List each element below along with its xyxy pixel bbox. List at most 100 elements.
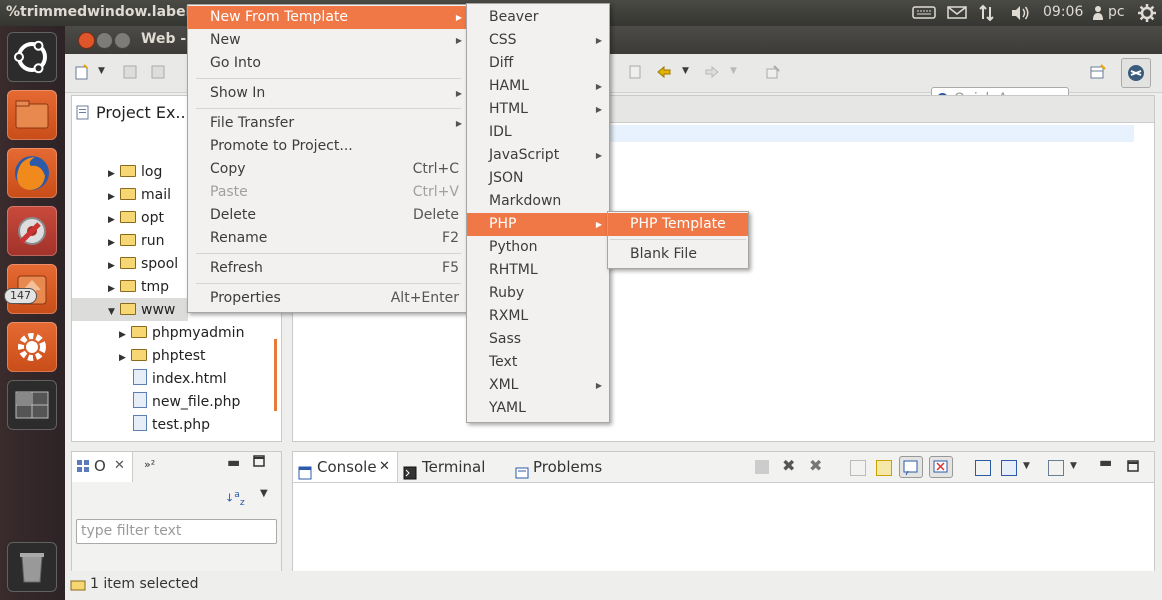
pin-console-icon[interactable]	[975, 460, 991, 476]
console-dropdown-icon[interactable]: ▼	[1023, 461, 1030, 471]
menu-item-delete[interactable]: Delete Delete	[188, 204, 469, 227]
clock[interactable]: 09:06	[1043, 4, 1083, 20]
back-arrow-icon[interactable]	[656, 64, 672, 80]
menu-item-promote-to-project[interactable]: Promote to Project...	[188, 135, 469, 158]
menu-item-file-transfer[interactable]: File Transfer ▶	[188, 112, 469, 135]
menu-item-yaml[interactable]: YAML	[467, 397, 609, 420]
menu-item-python[interactable]: Python	[467, 236, 609, 259]
forward-arrow-icon[interactable]	[704, 64, 720, 80]
show-on-stderr-button[interactable]	[929, 456, 953, 478]
trash-launcher-button[interactable]	[7, 542, 57, 592]
open-console-icon[interactable]	[1048, 460, 1064, 476]
new-dropdown-icon[interactable]: ▼	[98, 66, 114, 82]
menu-item-beaver[interactable]: Beaver	[467, 6, 609, 29]
expand-arrow-icon[interactable]: ▶	[108, 186, 120, 208]
expand-arrow-icon[interactable]: ▶	[108, 278, 120, 300]
menu-item-paste[interactable]: Paste Ctrl+V	[188, 181, 469, 204]
expand-arrow-icon[interactable]: ▶	[108, 209, 120, 231]
outline-tab[interactable]: O ✕	[72, 452, 133, 482]
expand-arrow-icon[interactable]: ▶	[108, 255, 120, 277]
tree-item-phpmyadmin[interactable]: ▶ phpmyadmin	[119, 322, 244, 344]
menu-item-css[interactable]: CSS ▶	[467, 29, 609, 52]
menu-item-php[interactable]: PHP ▶	[467, 213, 609, 236]
expand-arrow-icon[interactable]: ▶	[119, 324, 131, 346]
expand-arrow-icon[interactable]: ▶	[108, 163, 120, 185]
system-tools-launcher-button[interactable]	[7, 206, 57, 256]
volume-icon[interactable]	[1010, 4, 1032, 26]
new-icon[interactable]	[74, 64, 90, 80]
firefox-launcher-button[interactable]	[7, 148, 57, 198]
tree-item-mail[interactable]: ▶ mail	[108, 184, 171, 206]
menu-item-haml[interactable]: HAML ▶	[467, 75, 609, 98]
settings-launcher-button[interactable]	[7, 322, 57, 372]
filter-input[interactable]: type filter text	[76, 519, 277, 544]
project-explorer-title[interactable]: Project Ex...	[96, 103, 191, 122]
tree-item-log[interactable]: ▶ log	[108, 161, 162, 183]
power-gear-icon[interactable]	[1137, 3, 1157, 27]
sort-az-icon[interactable]: ↓az	[225, 489, 245, 508]
menu-item-idl[interactable]: IDL	[467, 121, 609, 144]
menu-item-markdown[interactable]: Markdown	[467, 190, 609, 213]
workspace-switcher-button[interactable]	[7, 380, 57, 430]
menu-item-go-into[interactable]: Go Into	[188, 52, 469, 75]
menu-item-xml[interactable]: XML ▶	[467, 374, 609, 397]
close-tab-icon[interactable]: ✕	[379, 452, 390, 482]
display-selected-console-icon[interactable]	[1001, 460, 1017, 476]
menu-item-show-in[interactable]: Show In ▶	[188, 82, 469, 105]
collapse-arrow-icon[interactable]: ▼	[108, 301, 120, 323]
open-console-dropdown-icon[interactable]: ▼	[1070, 461, 1077, 471]
menu-item-new-from-template[interactable]: New From Template ▶	[188, 6, 469, 29]
back-dropdown-icon[interactable]: ▼	[682, 66, 698, 82]
terminate-icon[interactable]	[755, 460, 769, 474]
expand-arrow-icon[interactable]: ▶	[119, 347, 131, 369]
mail-icon[interactable]	[947, 5, 967, 23]
menu-item-new[interactable]: New ▶	[188, 29, 469, 52]
save-icon[interactable]	[122, 64, 138, 80]
menu-item-json[interactable]: JSON	[467, 167, 609, 190]
page-icon[interactable]	[627, 64, 643, 80]
menu-item-sass[interactable]: Sass	[467, 328, 609, 351]
network-icon[interactable]	[978, 4, 996, 26]
menu-item-php-template[interactable]: PHP Template	[608, 213, 748, 236]
menu-item-diff[interactable]: Diff	[467, 52, 609, 75]
tree-item-phptest[interactable]: ▶ phptest	[119, 345, 206, 367]
menu-item-copy[interactable]: Copy Ctrl+C	[188, 158, 469, 181]
view-menu-icon[interactable]: ▼	[260, 488, 268, 499]
menu-item-javascript[interactable]: JavaScript ▶	[467, 144, 609, 167]
menu-item-rxml[interactable]: RXML	[467, 305, 609, 328]
menu-item-properties[interactable]: Properties Alt+Enter	[188, 287, 469, 310]
menu-item-refresh[interactable]: Refresh F5	[188, 257, 469, 280]
tree-item-tmp[interactable]: ▶ tmp	[108, 276, 169, 298]
maximize-window-button[interactable]	[114, 32, 131, 49]
remove-launch-icon[interactable]: ✖	[782, 456, 795, 475]
tree-item-index-html[interactable]: index.html	[133, 368, 227, 390]
maximize-view-icon[interactable]	[253, 455, 265, 471]
minimize-window-button[interactable]	[96, 32, 113, 49]
tree-item-opt[interactable]: ▶ opt	[108, 207, 164, 229]
pin-editor-icon[interactable]	[765, 64, 781, 80]
menu-item-rename[interactable]: Rename F2	[188, 227, 469, 250]
tree-item-test-php[interactable]: test.php	[133, 414, 210, 436]
menu-item-rhtml[interactable]: RHTML	[467, 259, 609, 282]
remove-all-launches-icon[interactable]: ✖	[809, 456, 822, 475]
maximize-view-icon[interactable]	[1127, 460, 1139, 476]
keyboard-icon[interactable]	[912, 5, 936, 23]
menu-item-html[interactable]: HTML ▶	[467, 98, 609, 121]
tree-item-new-file-php[interactable]: new_file.php	[133, 391, 240, 413]
forward-dropdown-icon[interactable]: ▼	[730, 66, 746, 82]
tree-item-run[interactable]: ▶ run	[108, 230, 165, 252]
tab-terminal[interactable]: Terminal	[403, 452, 503, 482]
close-tab-icon[interactable]: ✕	[114, 458, 125, 473]
scrollbar-thumb[interactable]	[274, 339, 277, 411]
scroll-lock-icon[interactable]	[876, 460, 892, 476]
minimize-view-icon[interactable]: ▬	[227, 455, 240, 471]
user-name[interactable]: pc	[1108, 4, 1125, 20]
save-all-icon[interactable]	[150, 64, 166, 80]
show-on-stdout-button[interactable]	[899, 456, 923, 478]
menu-item-text[interactable]: Text	[467, 351, 609, 374]
web-perspective-button[interactable]	[1121, 58, 1151, 88]
tab-problems[interactable]: Problems	[515, 452, 615, 482]
menu-item-blank-file[interactable]: Blank File	[608, 243, 748, 266]
clear-console-icon[interactable]	[850, 460, 866, 476]
expand-arrow-icon[interactable]: ▶	[108, 232, 120, 254]
